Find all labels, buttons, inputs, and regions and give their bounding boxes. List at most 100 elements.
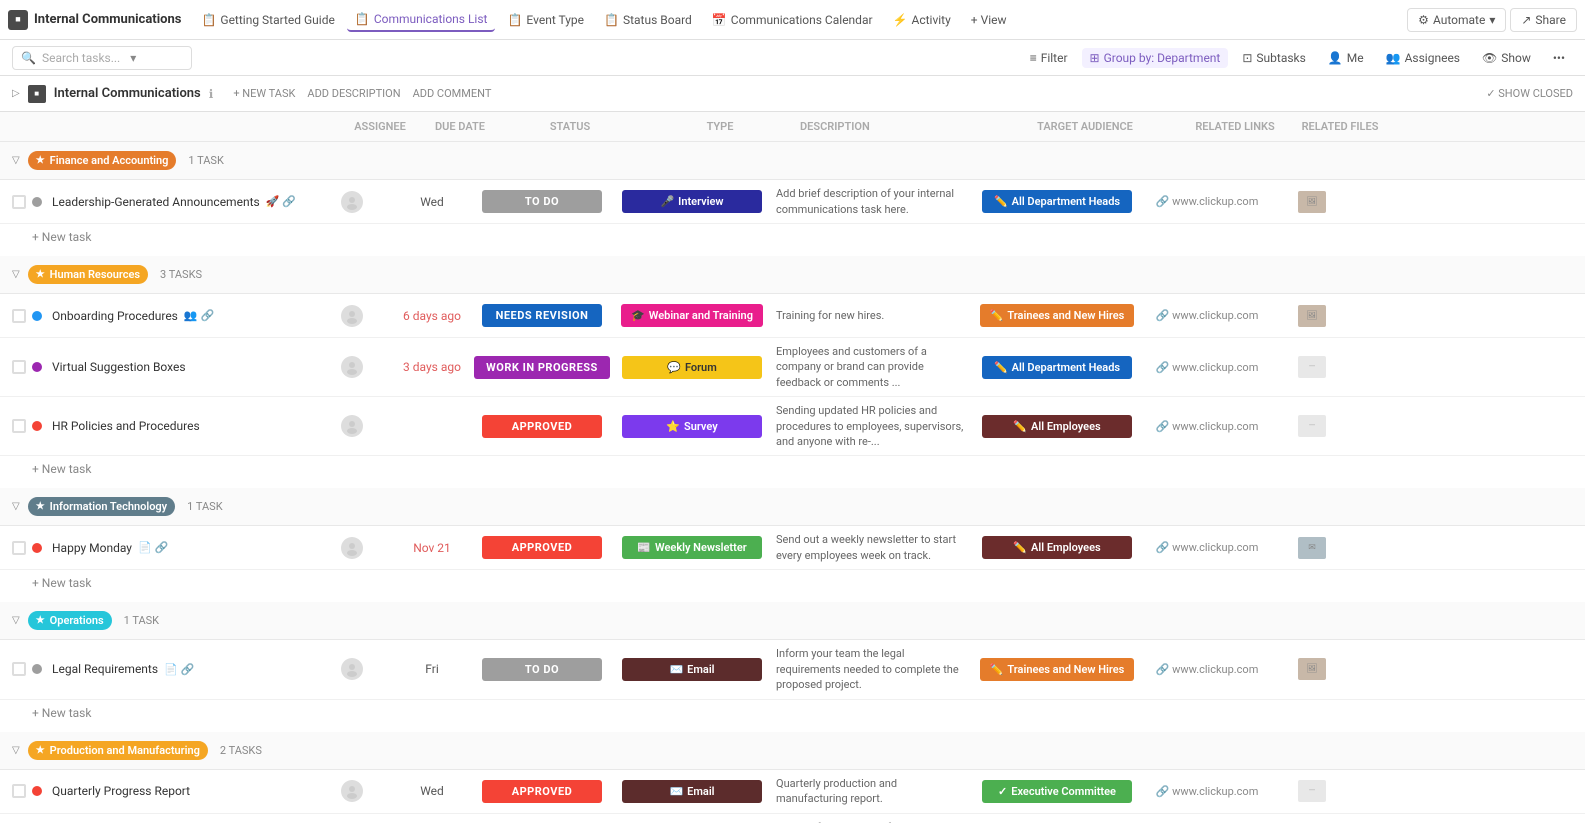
task-audience[interactable]: ✏️ Trainees and New Hires xyxy=(972,658,1142,681)
me-button[interactable]: 👤 Me xyxy=(1320,48,1372,68)
task-checkbox[interactable] xyxy=(12,784,26,798)
table-row[interactable]: Leadership-Generated Announcements 🚀🔗 We… xyxy=(0,180,1585,224)
group-badge-operations: ★ Operations xyxy=(28,611,112,630)
task-checkbox[interactable] xyxy=(12,419,26,433)
table-row[interactable]: Thank God it's Friday 💬🔗 3 days ago NEED… xyxy=(0,814,1585,823)
task-status[interactable]: APPROVED xyxy=(472,780,612,803)
task-status[interactable]: APPROVED xyxy=(472,415,612,438)
task-related-files[interactable]: 🖼 xyxy=(1272,658,1352,680)
add-comment-button[interactable]: ADD COMMENT xyxy=(413,87,492,100)
task-type[interactable]: ⭐ Survey xyxy=(612,415,772,438)
tab-getting-started[interactable]: 📋 Getting Started Guide xyxy=(193,9,342,31)
tab-event-type[interactable]: 📋 Event Type xyxy=(499,9,592,31)
group-by-button[interactable]: ⊞ Group by: Department xyxy=(1082,48,1229,68)
task-description: Employees and customers of a company or … xyxy=(772,344,972,390)
show-button[interactable]: 👁 Show xyxy=(1474,48,1539,68)
search-input[interactable]: 🔍 Search tasks... ▾ xyxy=(12,46,192,70)
task-checkbox[interactable] xyxy=(12,195,26,209)
task-related-files[interactable]: 🖼 xyxy=(1272,191,1352,213)
group-collapse-hr[interactable]: ▽ xyxy=(12,269,20,280)
group-badge-finance: ★ Finance and Accounting xyxy=(28,151,177,170)
tab-view[interactable]: + View xyxy=(963,9,1015,31)
task-related-links[interactable]: 🔗 www.clickup.com xyxy=(1142,420,1272,433)
link-url: www.clickup.com xyxy=(1172,361,1258,374)
task-related-links[interactable]: 🔗 www.clickup.com xyxy=(1142,541,1272,554)
more-button[interactable]: ••• xyxy=(1545,48,1573,68)
task-status[interactable]: TO DO xyxy=(472,190,612,213)
task-related-links[interactable]: 🔗 www.clickup.com xyxy=(1142,309,1272,322)
group-icon: ★ xyxy=(36,269,45,280)
add-task-button[interactable]: + New task xyxy=(32,706,1573,720)
task-assignee[interactable] xyxy=(312,191,392,213)
group-icon: ★ xyxy=(36,615,45,626)
filter-button[interactable]: ≡ Filter xyxy=(1022,48,1076,68)
task-related-links[interactable]: 🔗 www.clickup.com xyxy=(1142,663,1272,676)
task-related-files[interactable]: — xyxy=(1272,415,1352,437)
task-priority-dot xyxy=(32,311,42,321)
task-checkbox[interactable] xyxy=(12,541,26,555)
new-task-button[interactable]: + NEW TASK xyxy=(233,87,295,100)
task-audience[interactable]: ✏️ All Employees xyxy=(972,415,1142,438)
task-status[interactable]: WORK IN PROGRESS xyxy=(472,356,612,379)
tab-activity[interactable]: ⚡ Activity xyxy=(885,9,959,31)
task-type[interactable]: 🎓 Webinar and Training xyxy=(612,304,772,327)
task-checkbox[interactable] xyxy=(12,309,26,323)
col-files-header: RELATED FILES xyxy=(1300,120,1380,133)
add-description-button[interactable]: ADD DESCRIPTION xyxy=(307,87,400,100)
task-type[interactable]: 💬 Forum xyxy=(612,356,772,379)
table-row[interactable]: Virtual Suggestion Boxes 3 days ago WORK… xyxy=(0,338,1585,397)
assignees-button[interactable]: 👥 Assignees xyxy=(1378,48,1468,68)
task-checkbox[interactable] xyxy=(12,662,26,676)
share-button[interactable]: ↗ Share xyxy=(1510,8,1577,32)
task-type[interactable]: 🎤 Interview xyxy=(612,190,772,213)
task-related-links[interactable]: 🔗 www.clickup.com xyxy=(1142,195,1272,208)
task-audience[interactable]: ✓ Executive Committee xyxy=(972,780,1142,803)
add-task-button[interactable]: + New task xyxy=(32,230,1573,244)
task-type[interactable]: ✉️ Email xyxy=(612,658,772,681)
task-related-links[interactable]: 🔗 www.clickup.com xyxy=(1142,785,1272,798)
task-related-files[interactable]: — xyxy=(1272,780,1352,802)
task-assignee[interactable] xyxy=(312,356,392,378)
search-icon: 🔍 xyxy=(21,51,36,65)
tab-comms-list[interactable]: 📋 Communications List xyxy=(347,8,496,32)
breadcrumb-collapse[interactable]: ▷ xyxy=(12,88,20,99)
show-closed-button[interactable]: ✓ SHOW CLOSED xyxy=(1486,87,1573,100)
add-task-button[interactable]: + New task xyxy=(32,576,1573,590)
table-row[interactable]: Legal Requirements 📄🔗 Fri TO DO ✉️ Email… xyxy=(0,640,1585,699)
task-type[interactable]: 📰 Weekly Newsletter xyxy=(612,536,772,559)
task-related-files[interactable]: 🖼 xyxy=(1272,305,1352,327)
group-collapse-production[interactable]: ▽ xyxy=(12,745,20,756)
task-status[interactable]: TO DO xyxy=(472,658,612,681)
group-collapse-finance[interactable]: ▽ xyxy=(12,155,20,166)
assignee-avatar xyxy=(341,356,363,378)
task-name: Happy Monday 📄🔗 xyxy=(52,541,312,555)
task-audience[interactable]: ✏️ Trainees and New Hires xyxy=(972,304,1142,327)
table-row[interactable]: Happy Monday 📄🔗 Nov 21 APPROVED 📰 Weekly… xyxy=(0,526,1585,570)
table-row[interactable]: HR Policies and Procedures APPROVED ⭐ Su… xyxy=(0,397,1585,456)
task-assignee[interactable] xyxy=(312,415,392,437)
task-related-links[interactable]: 🔗 www.clickup.com xyxy=(1142,361,1272,374)
table-row[interactable]: Quarterly Progress Report Wed APPROVED ✉… xyxy=(0,770,1585,814)
task-audience[interactable]: ✏️ All Employees xyxy=(972,536,1142,559)
group-collapse-operations[interactable]: ▽ xyxy=(12,615,20,626)
task-related-files[interactable]: ✉ xyxy=(1272,537,1352,559)
link-url: www.clickup.com xyxy=(1172,309,1258,322)
task-status[interactable]: APPROVED xyxy=(472,536,612,559)
tab-comms-calendar[interactable]: 📅 Communications Calendar xyxy=(704,9,881,31)
task-assignee[interactable] xyxy=(312,537,392,559)
task-audience[interactable]: ✏️ All Department Heads xyxy=(972,190,1142,213)
task-type[interactable]: ✉️ Email xyxy=(612,780,772,803)
task-assignee[interactable] xyxy=(312,780,392,802)
task-related-files[interactable]: — xyxy=(1272,356,1352,378)
task-status[interactable]: NEEDS REVISION xyxy=(472,304,612,327)
tab-status-board[interactable]: 📋 Status Board xyxy=(596,9,700,31)
task-assignee[interactable] xyxy=(312,658,392,680)
task-audience[interactable]: ✏️ All Department Heads xyxy=(972,356,1142,379)
automate-button[interactable]: ⚙ Automate ▾ xyxy=(1407,8,1506,32)
task-checkbox[interactable] xyxy=(12,360,26,374)
add-task-button[interactable]: + New task xyxy=(32,462,1573,476)
subtasks-button[interactable]: ⊡ Subtasks xyxy=(1234,48,1313,68)
task-assignee[interactable] xyxy=(312,305,392,327)
group-collapse-it[interactable]: ▽ xyxy=(12,501,20,512)
table-row[interactable]: Onboarding Procedures 👥🔗 6 days ago NEED… xyxy=(0,294,1585,338)
